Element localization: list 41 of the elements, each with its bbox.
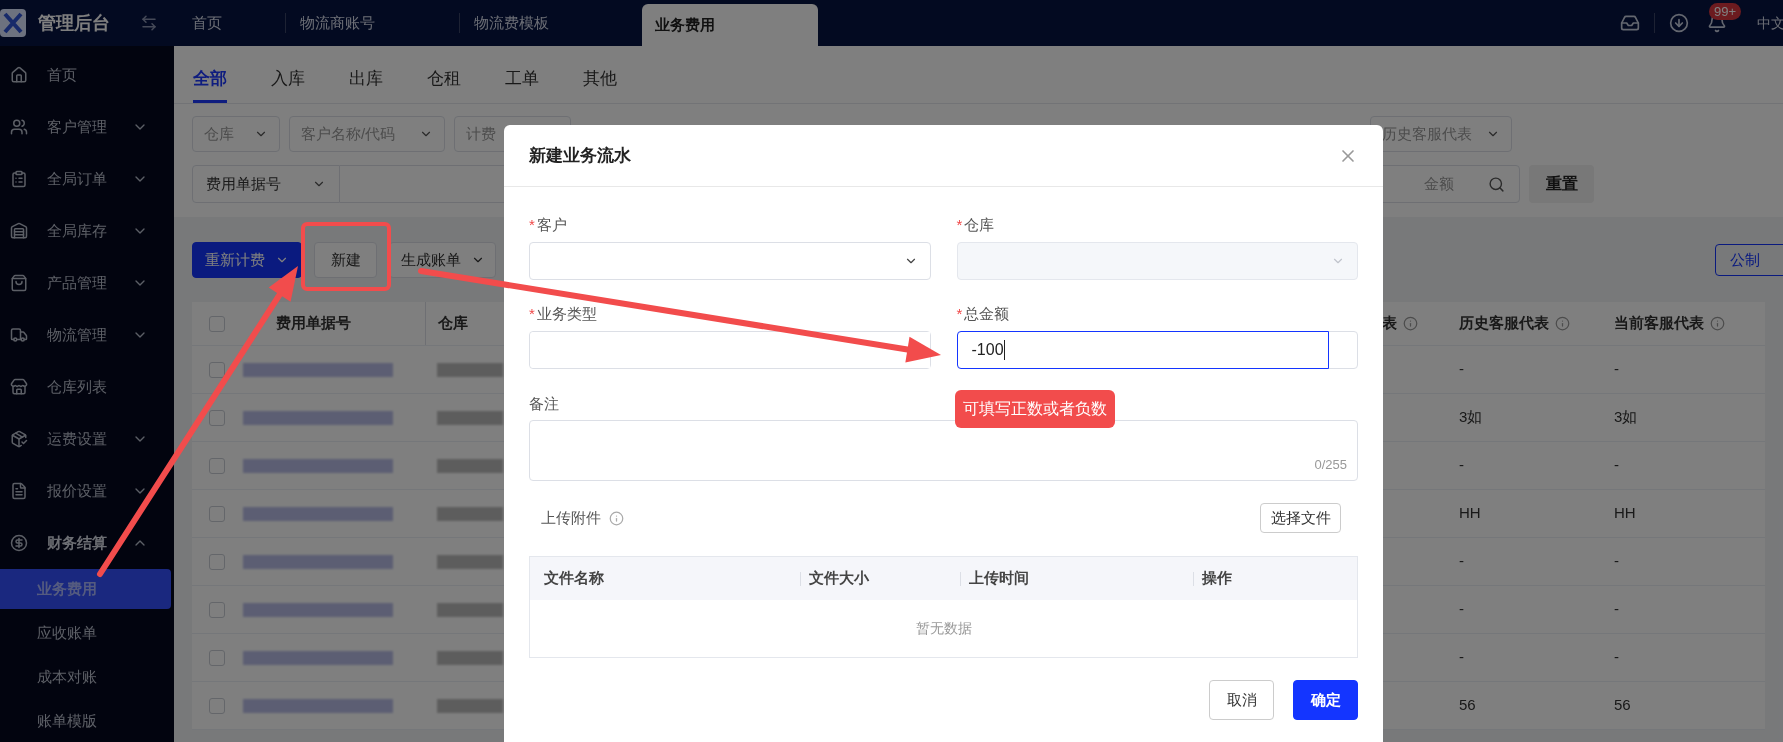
- table-cell: -: [1459, 600, 1464, 618]
- column-header: 当前客服代表: [1614, 313, 1704, 334]
- table-cell: 56: [1614, 696, 1631, 714]
- upload-label: 上传附件: [541, 507, 601, 528]
- field-label: 总金额: [964, 304, 1010, 325]
- dialog-title: 新建业务流水: [529, 144, 631, 167]
- column-header: 文件大小: [809, 568, 869, 589]
- column-header: 表: [1382, 313, 1397, 334]
- field-label: 客户: [536, 215, 567, 236]
- table-cell: -: [1459, 360, 1464, 378]
- table-cell: -: [1459, 456, 1464, 474]
- table-cell: 56: [1459, 696, 1476, 714]
- field-label: 业务类型: [536, 304, 597, 325]
- table-cell: 3如: [1459, 408, 1483, 426]
- annotation-note: 可填写正数或者负数: [955, 390, 1115, 428]
- app-title: 管理后台: [38, 11, 110, 35]
- table-cell: HH: [1614, 504, 1636, 522]
- column-header: 仓库: [438, 313, 468, 334]
- character-counter: 0/255: [1314, 455, 1347, 474]
- column-header: 历史客服代表: [1459, 313, 1549, 334]
- table-cell: -: [1614, 360, 1619, 378]
- table-cell: -: [1459, 552, 1464, 570]
- required-mark: *: [529, 215, 535, 236]
- field-label: 备注: [529, 395, 559, 412]
- column-header: 上传时间: [969, 568, 1029, 589]
- column-header: 操作: [1202, 568, 1232, 589]
- notification-badge: 99+: [1709, 3, 1742, 20]
- table-cell: -: [1614, 456, 1619, 474]
- table-cell: -: [1614, 648, 1619, 666]
- field-label: 仓库: [964, 215, 995, 236]
- table-cell: 3如: [1614, 408, 1638, 426]
- required-mark: *: [529, 304, 535, 325]
- column-header: 费用单据号: [276, 313, 351, 334]
- required-mark: *: [956, 215, 963, 236]
- table-cell: -: [1614, 600, 1619, 618]
- table-cell: HH: [1459, 504, 1481, 522]
- required-mark: *: [956, 304, 963, 325]
- table-cell: -: [1459, 648, 1464, 666]
- table-cell: -: [1614, 552, 1619, 570]
- empty-state-text: 暂无数据: [915, 619, 972, 638]
- column-header: 文件名称: [544, 568, 604, 589]
